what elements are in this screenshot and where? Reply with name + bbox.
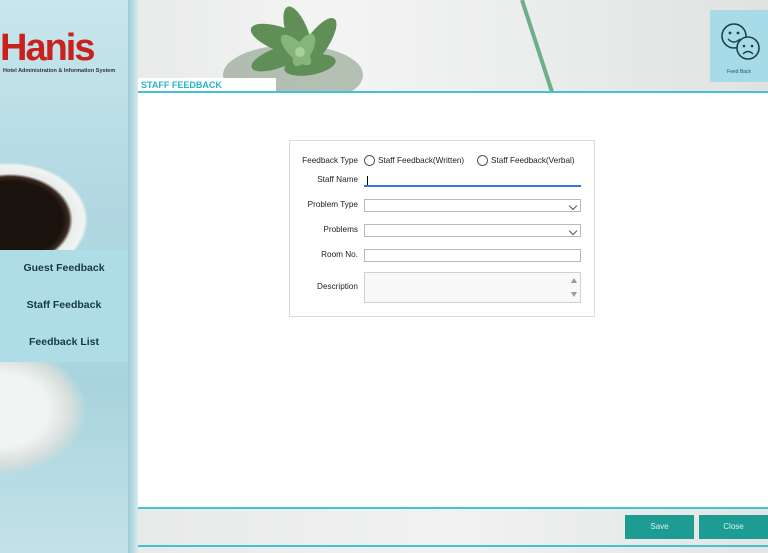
logo-text: Han [0,27,68,69]
main-content: Feedback Type Staff Feedback(Written) St… [138,93,768,507]
sidebar-nav: Guest Feedback Staff Feedback Feedback L… [0,250,128,362]
feedback-button-label: Feed Back [727,69,751,75]
room-no-label: Room No. [321,250,358,259]
sidebar-divider [128,0,138,553]
page-title-tab: STAFF FEEDBACK [138,78,276,92]
chevron-down-icon [568,201,578,211]
radio-label-verbal[interactable]: Staff Feedback(Verbal) [491,156,575,165]
text-caret [367,176,368,185]
problems-label: Problems [323,225,358,234]
app-window: Hanis Hotel Administration & Information… [0,0,768,553]
staff-name-label: Staff Name [317,175,358,184]
chevron-down-icon [568,226,578,236]
logo-subtitle: Hotel Administration & Information Syste… [3,68,116,74]
page-title: STAFF FEEDBACK [141,80,222,90]
feedback-type-label: Feedback Type [302,156,358,165]
footer-bottom-line [138,545,768,547]
scroll-up-icon[interactable] [571,278,577,283]
problem-type-select[interactable] [364,199,581,212]
sidebar-item-staff-feedback[interactable]: Staff Feedback [0,287,128,324]
problems-select[interactable] [364,224,581,237]
sidebar-item-feedback-list[interactable]: Feedback List [0,324,128,361]
sidebar: Hanis Hotel Administration & Information… [0,0,128,553]
pencil-image [520,0,554,92]
happy-sad-faces-icon [721,23,760,60]
close-button[interactable]: Close [699,515,768,539]
feedback-button[interactable]: Feed Back [710,10,768,82]
header-banner: Feed Back STAFF FEEDBACK [138,0,768,92]
sidebar-item-guest-feedback[interactable]: Guest Feedback [0,250,128,287]
staff-feedback-form: Feedback Type Staff Feedback(Written) St… [289,140,595,317]
staff-name-input[interactable] [364,174,581,187]
hanis-logo: Hanis Hotel Administration & Information… [0,28,128,78]
radio-label-written[interactable]: Staff Feedback(Written) [378,156,464,165]
description-textarea[interactable] [364,272,581,303]
scroll-down-icon[interactable] [571,292,577,297]
logo-text-end: s [74,27,95,69]
radio-staff-feedback-written[interactable] [364,155,375,166]
description-label: Description [317,282,358,291]
room-no-input[interactable] [364,249,581,262]
radio-staff-feedback-verbal[interactable] [477,155,488,166]
problem-type-label: Problem Type [307,200,358,209]
save-button[interactable]: Save [625,515,694,539]
